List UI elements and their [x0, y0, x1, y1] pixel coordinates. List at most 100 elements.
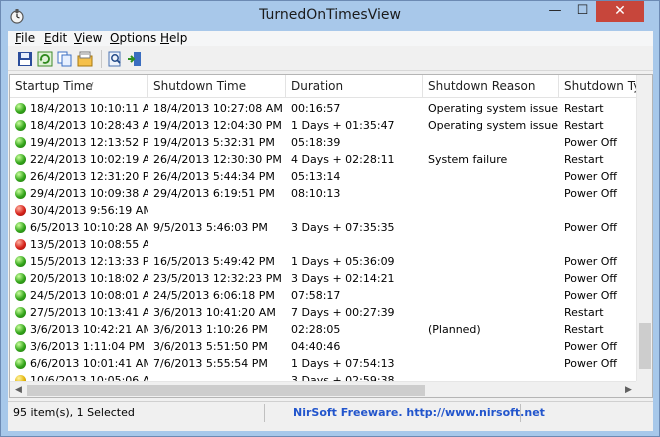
cell-duration: 1 Days + 01:35:47	[291, 119, 395, 132]
green-status-icon	[15, 222, 26, 233]
menu-bar: File Edit View Options Help	[8, 31, 653, 46]
item-count-status: 95 item(s), 1 Selected	[13, 406, 135, 419]
cell-shutdown-time: 23/5/2013 12:32:23 PM	[153, 272, 282, 285]
title-bar[interactable]: TurnedOnTimesView — ☐ ✕	[1, 1, 659, 31]
table-row[interactable]: 27/5/2013 10:13:41 AM 3/6/2013 10:41:20 A…	[10, 304, 652, 321]
table-row[interactable]: 15/5/2013 12:13:33 PM 16/5/2013 5:49:42 P…	[10, 253, 652, 270]
cell-shutdown-time: 26/4/2013 5:44:34 PM	[153, 170, 275, 183]
status-bar: 95 item(s), 1 Selected NirSoft Freeware.…	[8, 401, 653, 423]
cell-shutdown-type: Power Off	[564, 255, 617, 268]
scroll-right-icon[interactable]: ▶	[620, 382, 637, 397]
cell-startup-time: 6/6/2013 10:01:41 AM	[30, 357, 148, 370]
cell-shutdown-time: 19/4/2013 12:04:30 PM	[153, 119, 282, 132]
copy-icon[interactable]	[56, 50, 74, 68]
green-status-icon	[15, 154, 26, 165]
toolbar	[8, 47, 653, 71]
cell-shutdown-reason	[428, 304, 558, 321]
cell-startup-time: 20/5/2013 10:18:02 AM	[30, 272, 148, 285]
save-icon[interactable]	[16, 50, 34, 68]
cell-shutdown-reason	[428, 202, 558, 219]
column-startup-time-label: Startup Time	[15, 79, 93, 93]
cell-shutdown-time: 26/4/2013 12:30:30 PM	[153, 153, 282, 166]
find-icon[interactable]	[106, 50, 124, 68]
menu-help-rest: elp	[169, 31, 188, 45]
maximize-button[interactable]: ☐	[569, 1, 596, 22]
nirsoft-link[interactable]: NirSoft Freeware. http://www.nirsoft.net	[293, 406, 545, 419]
column-shutdown-time[interactable]: Shutdown Time	[148, 75, 286, 98]
green-status-icon	[15, 273, 26, 284]
column-shutdown-reason[interactable]: Shutdown Reason	[423, 75, 559, 98]
cell-shutdown-type: Power Off	[564, 187, 617, 200]
table-row[interactable]: 30/4/2013 9:56:19 AM	[10, 202, 652, 219]
table-row[interactable]: 3/6/2013 10:42:21 AM 3/6/2013 1:10:26 PM 0…	[10, 321, 652, 338]
table-row[interactable]: 22/4/2013 10:02:19 AM 26/4/2013 12:30:30 …	[10, 151, 652, 168]
cell-duration: 02:28:05	[291, 323, 341, 336]
cell-shutdown-type: Power Off	[564, 357, 617, 370]
client-area: File Edit View Options Help Startup Time…	[8, 31, 653, 431]
red-status-icon	[15, 239, 26, 250]
table-row[interactable]: 13/5/2013 10:08:55 AM	[10, 236, 652, 253]
cell-shutdown-reason	[428, 185, 558, 202]
green-status-icon	[15, 358, 26, 369]
table-row[interactable]: 24/5/2013 10:08:01 AM 24/5/2013 6:06:18 P…	[10, 287, 652, 304]
table-row[interactable]: 18/4/2013 10:10:11 AM 18/4/2013 10:27:08 …	[10, 100, 652, 117]
menu-view[interactable]: View	[74, 31, 102, 46]
cell-shutdown-type: Power Off	[564, 221, 617, 234]
table-row[interactable]: 3/6/2013 1:11:04 PM 3/6/2013 5:51:50 PM 04…	[10, 338, 652, 355]
cell-shutdown-reason	[428, 134, 558, 151]
menu-file[interactable]: File	[15, 31, 35, 46]
red-status-icon	[15, 205, 26, 216]
menu-edit-rest: dit	[51, 31, 68, 45]
cell-startup-time: 3/6/2013 10:42:21 AM	[30, 323, 148, 336]
cell-shutdown-type: Power Off	[564, 170, 617, 183]
cell-shutdown-type: Power Off	[564, 272, 617, 285]
green-status-icon	[15, 307, 26, 318]
cell-shutdown-time: 7/6/2013 5:55:54 PM	[153, 357, 268, 370]
vertical-scroll-thumb[interactable]	[639, 323, 651, 369]
cell-shutdown-type: Restart	[564, 119, 604, 132]
menu-options[interactable]: Options	[110, 31, 156, 46]
cell-shutdown-time: 18/4/2013 10:27:08 AM	[153, 102, 283, 115]
list-header: Startup Time / Shutdown Time Duration Shu…	[10, 75, 652, 98]
cell-shutdown-time: 24/5/2013 6:06:18 PM	[153, 289, 275, 302]
results-list[interactable]: Startup Time / Shutdown Time Duration Shu…	[9, 74, 653, 398]
menu-help[interactable]: Help	[160, 31, 187, 46]
exit-icon[interactable]	[126, 50, 144, 68]
table-row[interactable]: 26/4/2013 12:31:20 PM 26/4/2013 5:44:34 P…	[10, 168, 652, 185]
table-row[interactable]: 19/4/2013 12:13:52 PM 19/4/2013 5:32:31 P…	[10, 134, 652, 151]
table-row[interactable]: 20/5/2013 10:18:02 AM 23/5/2013 12:32:23 …	[10, 270, 652, 287]
horizontal-scroll-thumb[interactable]	[27, 385, 425, 396]
column-startup-time[interactable]: Startup Time /	[10, 75, 148, 98]
column-duration[interactable]: Duration	[286, 75, 423, 98]
cell-startup-time: 13/5/2013 10:08:55 AM	[30, 238, 148, 251]
cell-shutdown-type: Power Off	[564, 340, 617, 353]
cell-startup-time: 15/5/2013 12:13:33 PM	[30, 255, 148, 268]
cell-shutdown-type: Restart	[564, 102, 604, 115]
table-row[interactable]: 18/4/2013 10:28:43 AM 19/4/2013 12:04:30 …	[10, 117, 652, 134]
cell-duration: 1 Days + 05:36:09	[291, 255, 395, 268]
cell-startup-time: 29/4/2013 10:09:38 AM	[30, 187, 148, 200]
properties-icon[interactable]	[76, 50, 94, 68]
cell-shutdown-type: Power Off	[564, 289, 617, 302]
table-row[interactable]: 6/6/2013 10:01:41 AM 7/6/2013 5:55:54 PM 1…	[10, 355, 652, 372]
cell-duration: 07:58:17	[291, 289, 341, 302]
green-status-icon	[15, 188, 26, 199]
menu-help-accel: H	[160, 31, 170, 45]
vertical-scrollbar[interactable]	[636, 75, 652, 381]
close-button[interactable]: ✕	[596, 1, 644, 22]
menu-edit[interactable]: Edit	[44, 31, 67, 46]
horizontal-scrollbar[interactable]: ◀ ▶	[10, 381, 637, 397]
table-row[interactable]: 29/4/2013 10:09:38 AM 29/4/2013 6:19:51 P…	[10, 185, 652, 202]
cell-duration: 08:10:13	[291, 187, 341, 200]
cell-duration	[291, 202, 422, 219]
cell-duration: 3 Days + 02:14:21	[291, 272, 395, 285]
green-status-icon	[15, 103, 26, 114]
minimize-button[interactable]: —	[541, 1, 569, 22]
table-row[interactable]: 6/5/2013 10:10:28 AM 9/5/2013 5:46:03 PM 3…	[10, 219, 652, 236]
cell-shutdown-reason: System failure	[428, 153, 508, 166]
scroll-left-icon[interactable]: ◀	[10, 382, 27, 397]
menu-file-rest: ile	[21, 31, 36, 45]
refresh-icon[interactable]	[36, 50, 54, 68]
green-status-icon	[15, 341, 26, 352]
cell-duration: 05:18:39	[291, 136, 341, 149]
